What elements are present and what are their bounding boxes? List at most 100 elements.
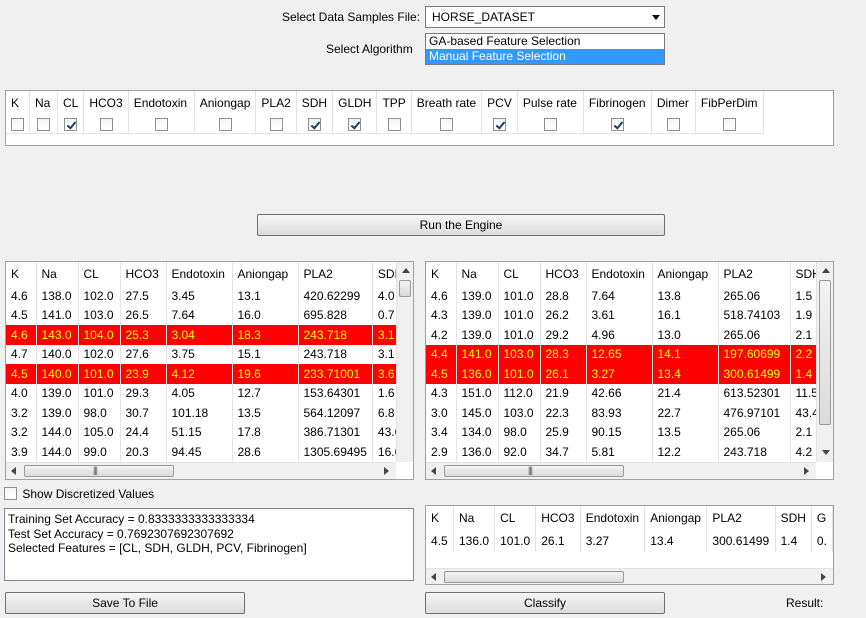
vertical-scrollbar[interactable] <box>816 262 833 462</box>
column-header[interactable]: HCO3 <box>120 262 167 286</box>
table-cell[interactable]: 4.5 <box>426 530 454 552</box>
column-header[interactable]: G <box>811 506 833 530</box>
scroll-right-icon[interactable] <box>821 573 826 581</box>
table-cell[interactable]: 3.27 <box>580 530 646 552</box>
column-header[interactable]: Na <box>456 262 499 286</box>
column-header[interactable]: Aniongap <box>652 262 719 286</box>
scroll-thumb[interactable] <box>399 280 411 297</box>
table-cell[interactable]: 300.61499 <box>706 530 776 552</box>
table-row[interactable]: 4.5 141.0 103.0 26.5 7.64 16.0 695.828 0.7 <box>6 305 410 325</box>
table-row[interactable]: 4.0 139.0 101.0 29.3 4.05 12.7 153.64301 1.6 <box>6 383 410 403</box>
column-header[interactable]: PLA2 <box>298 262 373 286</box>
feature-checkbox[interactable] <box>218 117 232 131</box>
column-header[interactable]: CL <box>498 262 541 286</box>
table-row[interactable]: 4.2 139.0 101.0 29.2 4.96 13.0 265.06 2.1 <box>426 325 827 345</box>
table-row[interactable]: 4.6 138.0 102.0 27.5 3.45 13.1 420.62299 4.0 <box>6 286 410 306</box>
feature-checkbox[interactable] <box>387 117 401 131</box>
column-header[interactable]: K <box>426 262 457 286</box>
column-header[interactable]: SDH <box>775 506 812 530</box>
table-row[interactable]: 4.6 139.0 101.0 28.8 7.64 13.8 265.06 1.5 <box>426 286 827 306</box>
algorithm-option[interactable]: GA-based Feature Selection <box>426 34 664 49</box>
scroll-right-icon[interactable] <box>384 467 389 475</box>
table-cell[interactable]: 101.0 <box>494 530 537 552</box>
table-row[interactable]: 4.5 136.0 101.0 26.1 3.27 13.4 300.61499 1.4 0. <box>426 530 833 552</box>
scroll-left-icon[interactable] <box>431 573 436 581</box>
classify-button[interactable]: Classify <box>425 592 665 614</box>
scroll-up-icon[interactable] <box>402 268 410 273</box>
table-row[interactable]: 2.9 136.0 92.0 34.7 5.81 12.2 243.718 4.2 <box>426 442 827 462</box>
run-engine-button[interactable]: Run the Engine <box>257 214 665 236</box>
table-cell[interactable]: 1.4 <box>775 530 812 552</box>
scroll-thumb[interactable] <box>444 465 624 477</box>
table-cell: 300.61499 <box>718 364 791 384</box>
table-row[interactable]: 4.6 143.0 104.0 25.3 3.04 18.3 243.718 3.1 <box>6 325 410 345</box>
feature-checkbox[interactable] <box>543 117 557 131</box>
column-header[interactable]: Endotoxin <box>580 506 646 530</box>
horizontal-scrollbar[interactable]: ||| <box>6 462 396 479</box>
checkbox[interactable] <box>4 487 17 501</box>
table-cell[interactable]: 136.0 <box>453 530 496 552</box>
table-row[interactable]: 4.4 141.0 103.0 28.3 12.65 14.1 197.60699 2.2 <box>426 344 827 364</box>
show-discretized-checkbox[interactable]: Show Discretized Values <box>4 486 154 501</box>
table-row[interactable]: 3.2 144.0 105.0 24.4 51.15 17.8 386.71301 43.6 <box>6 422 410 442</box>
feature-checkbox[interactable] <box>11 117 24 131</box>
feature-checkbox[interactable] <box>269 117 283 131</box>
feature-checkbox[interactable] <box>439 117 453 131</box>
column-header[interactable]: PLA2 <box>718 262 791 286</box>
scroll-thumb[interactable] <box>444 571 624 583</box>
feature-checkbox[interactable] <box>666 117 680 131</box>
scroll-up-icon[interactable] <box>822 268 830 273</box>
scroll-thumb[interactable] <box>819 280 831 425</box>
column-header[interactable]: Na <box>453 506 496 530</box>
column-header[interactable]: K <box>6 262 37 286</box>
feature-header: Aniongap <box>194 91 257 115</box>
feature-checkbox[interactable] <box>610 117 624 131</box>
column-header[interactable]: Na <box>36 262 79 286</box>
horizontal-scrollbar[interactable]: ||| <box>426 462 816 479</box>
algorithm-option[interactable]: Manual Feature Selection <box>426 49 664 64</box>
column-header[interactable]: HCO3 <box>540 262 587 286</box>
table-row[interactable]: 3.0 145.0 103.0 22.3 83.93 22.7 476.97101 43.4 <box>426 403 827 423</box>
column-header[interactable]: CL <box>494 506 537 530</box>
table-cell: 26.2 <box>540 305 587 325</box>
table-cell[interactable]: 0. <box>811 530 833 552</box>
feature-checkbox[interactable] <box>722 117 736 131</box>
column-header[interactable]: CL <box>78 262 121 286</box>
horizontal-scrollbar[interactable] <box>426 568 833 584</box>
scroll-down-icon[interactable] <box>822 450 830 455</box>
column-header[interactable]: Aniongap <box>644 506 708 530</box>
table-cell[interactable]: 26.1 <box>535 530 581 552</box>
file-select[interactable]: HORSE_DATASET <box>425 6 665 28</box>
column-header[interactable]: Endotoxin <box>586 262 653 286</box>
scroll-thumb[interactable] <box>24 465 174 477</box>
chevron-down-icon[interactable] <box>652 15 660 20</box>
feature-checkbox[interactable] <box>99 117 113 131</box>
column-header[interactable]: K <box>426 506 454 530</box>
feature-checkbox[interactable] <box>37 117 50 131</box>
table-row[interactable]: 4.5 140.0 101.0 23.9 4.12 19.6 233.71001 3.6 <box>6 364 410 384</box>
table-row[interactable]: 3.9 144.0 99.0 20.3 94.45 28.6 1305.69495 16.6 <box>6 442 410 462</box>
scroll-left-icon[interactable] <box>431 467 436 475</box>
table-row[interactable]: 3.4 134.0 98.0 25.9 90.15 13.5 265.06 2.1 <box>426 422 827 442</box>
feature-checkbox[interactable] <box>154 117 168 131</box>
column-header[interactable]: HCO3 <box>535 506 581 530</box>
table-row[interactable]: 4.3 151.0 112.0 21.9 42.66 21.4 613.52301 11.5 <box>426 383 827 403</box>
scroll-left-icon[interactable] <box>11 467 16 475</box>
scroll-right-icon[interactable] <box>804 467 809 475</box>
vertical-scrollbar[interactable] <box>396 262 413 462</box>
column-header[interactable]: Aniongap <box>232 262 299 286</box>
column-header[interactable]: Endotoxin <box>166 262 233 286</box>
table-row[interactable]: 3.2 139.0 98.0 30.7 101.18 13.5 564.12097 6.8 <box>6 403 410 423</box>
feature-checkbox[interactable] <box>307 117 321 131</box>
column-header[interactable]: PLA2 <box>706 506 776 530</box>
save-to-file-button[interactable]: Save To File <box>5 592 245 614</box>
table-row[interactable]: 4.3 139.0 101.0 26.2 3.61 16.1 518.74103 1.9 <box>426 305 827 325</box>
algorithm-list[interactable]: GA-based Feature Selection Manual Feature… <box>425 33 665 65</box>
table-cell[interactable]: 13.4 <box>644 530 708 552</box>
feature-checkbox[interactable] <box>493 117 507 131</box>
feature-checkbox[interactable] <box>348 117 362 131</box>
results-textarea[interactable]: Training Set Accuracy = 0.83333333333333… <box>4 508 414 581</box>
table-row[interactable]: 4.7 140.0 102.0 27.6 3.75 15.1 243.718 3.1 <box>6 344 410 364</box>
feature-checkbox[interactable] <box>64 117 78 131</box>
table-row[interactable]: 4.5 136.0 101.0 26.1 3.27 13.4 300.61499 1.4 <box>426 364 827 384</box>
